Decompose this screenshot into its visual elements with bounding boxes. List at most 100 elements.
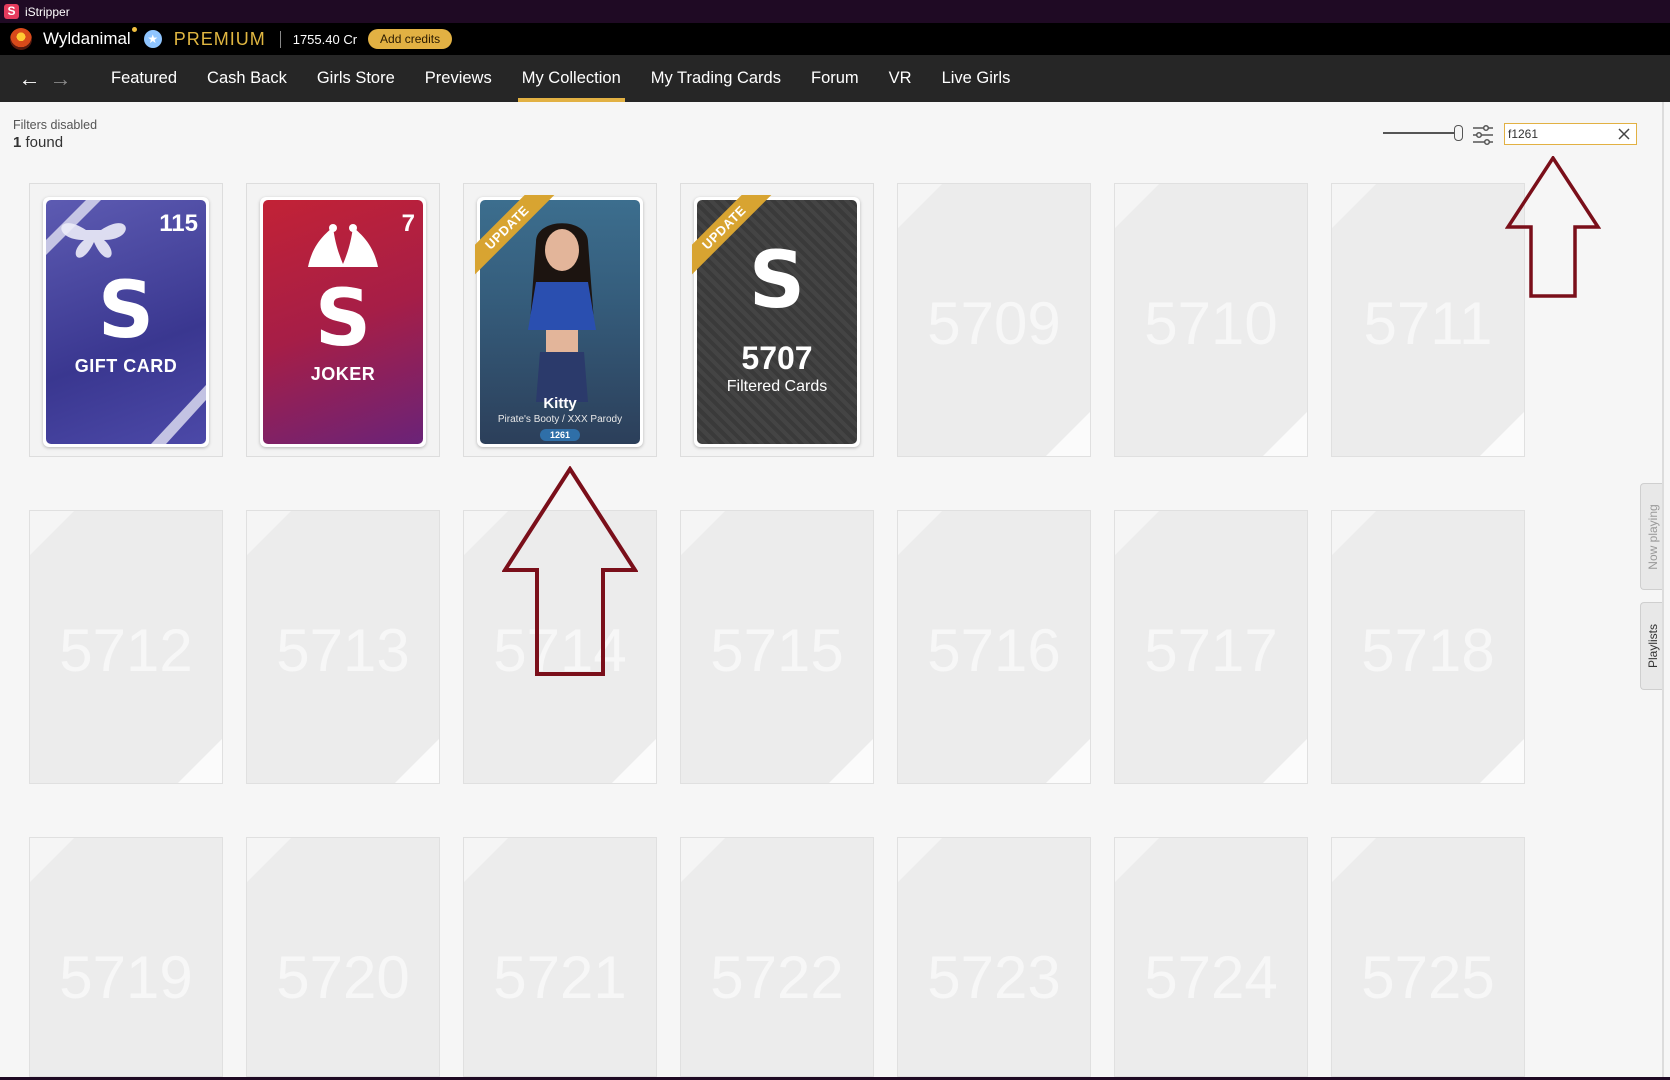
- tab-my-trading-cards[interactable]: My Trading Cards: [636, 55, 796, 102]
- empty-card-slot: 5713: [246, 510, 440, 784]
- empty-card-slot: 5717: [1114, 510, 1308, 784]
- app-logo-icon: S: [4, 4, 19, 19]
- update-ribbon: UPDATE: [692, 195, 774, 277]
- empty-card-slot: 5716: [897, 510, 1091, 784]
- empty-card-slot: 5709: [897, 183, 1091, 457]
- filters-status: Filters disabled: [13, 118, 98, 132]
- joker-card-slot[interactable]: 7 S JOKER: [246, 183, 440, 457]
- divider: [279, 30, 281, 48]
- filtered-cards-card[interactable]: S 5707 Filtered Cards UPDATE: [692, 195, 860, 447]
- username[interactable]: Wyldanimal: [43, 27, 137, 49]
- forward-arrow-icon[interactable]: →: [45, 66, 76, 92]
- empty-card-slot: 5719: [29, 837, 223, 1077]
- found-count: 1 found: [13, 134, 63, 151]
- add-credits-button[interactable]: Add credits: [368, 29, 453, 49]
- empty-card-slot: 5721: [463, 837, 657, 1077]
- slot-number: 5722: [710, 944, 844, 1011]
- now-playing-tab[interactable]: Now playing: [1640, 483, 1664, 590]
- notification-dot-icon: [131, 27, 137, 32]
- avatar[interactable]: [10, 28, 32, 50]
- tab-previews[interactable]: Previews: [410, 55, 507, 102]
- tab-featured[interactable]: Featured: [96, 55, 192, 102]
- update-ribbon-label: UPDATE: [692, 195, 774, 277]
- nav-tabs: Featured Cash Back Girls Store Previews …: [96, 55, 1025, 102]
- playlists-tab[interactable]: Playlists: [1640, 602, 1664, 690]
- slot-number: 5717: [1144, 617, 1278, 684]
- slot-number: 5720: [276, 944, 410, 1011]
- model-name: Kitty: [543, 395, 577, 412]
- search-box: [1504, 123, 1637, 145]
- filtered-cards-slot[interactable]: S 5707 Filtered Cards UPDATE: [680, 183, 874, 457]
- model-card-title: Pirate's Booty / XXX Parody: [497, 414, 623, 425]
- joker-card[interactable]: 7 S JOKER: [260, 197, 426, 447]
- slot-number: 5721: [493, 944, 627, 1011]
- found-suffix: found: [21, 134, 64, 151]
- slot-number: 5716: [927, 617, 1061, 684]
- scrollbar-track[interactable]: [1662, 102, 1664, 1080]
- slot-number: 5724: [1144, 944, 1278, 1011]
- zoom-slider-track: [1383, 132, 1455, 134]
- back-arrow-icon[interactable]: ←: [14, 66, 45, 92]
- tab-girls-store[interactable]: Girls Store: [302, 55, 410, 102]
- playlists-label: Playlists: [1645, 623, 1660, 669]
- tab-forum[interactable]: Forum: [796, 55, 874, 102]
- username-text: Wyldanimal: [43, 29, 131, 48]
- slot-number: 5719: [59, 944, 193, 1011]
- joker-card-count: 7: [401, 210, 415, 237]
- window-titlebar: S iStripper: [0, 0, 1670, 23]
- slot-number: 5711: [1363, 290, 1493, 357]
- model-card-kitty[interactable]: Kitty Pirate's Booty / XXX Parody 1261 U…: [475, 195, 643, 447]
- star-badge-icon: ★: [143, 30, 162, 48]
- empty-card-slot: 5710: [1114, 183, 1308, 457]
- filtered-cards-count: 5707: [741, 340, 813, 376]
- gift-card-face: 115 S GIFT CARD: [46, 200, 206, 444]
- empty-card-slot: 5723: [897, 837, 1091, 1077]
- empty-card-slot: 5711: [1331, 183, 1525, 457]
- slot-number: 5709: [927, 290, 1061, 357]
- slot-number: 5712: [59, 617, 193, 684]
- filter-settings-icon[interactable]: [1472, 124, 1494, 146]
- user-bar: Wyldanimal ★ PREMIUM 1755.40 Cr Add cred…: [0, 23, 1670, 55]
- slot-number: 5710: [1144, 290, 1278, 357]
- slot-number: 5714: [493, 617, 627, 684]
- now-playing-label: Now playing: [1645, 503, 1660, 570]
- slot-number: 5715: [710, 617, 844, 684]
- update-ribbon-label: UPDATE: [475, 195, 557, 277]
- slot-number: 5725: [1361, 944, 1495, 1011]
- jester-hat-icon: [308, 224, 378, 267]
- update-ribbon: UPDATE: [475, 195, 557, 277]
- search-input[interactable]: [1505, 127, 1615, 141]
- joker-card-face: 7 S JOKER: [263, 200, 423, 444]
- slot-number: 5718: [1361, 617, 1495, 684]
- gift-card[interactable]: 115 S GIFT CARD: [43, 197, 209, 447]
- empty-card-slot: 5715: [680, 510, 874, 784]
- tab-cash-back[interactable]: Cash Back: [192, 55, 302, 102]
- slot-number: 5723: [927, 944, 1061, 1011]
- slot-number: 5713: [276, 617, 410, 684]
- model-card-id: 1261: [539, 429, 581, 441]
- empty-card-slot: 5720: [246, 837, 440, 1077]
- empty-card-slot: 5714: [463, 510, 657, 784]
- tab-live-girls[interactable]: Live Girls: [927, 55, 1026, 102]
- window-title: iStripper: [25, 4, 70, 19]
- empty-card-slot: 5718: [1331, 510, 1525, 784]
- gift-card-slot[interactable]: 115 S GIFT CARD: [29, 183, 223, 457]
- zoom-slider[interactable]: [1383, 124, 1463, 142]
- empty-card-slot: 5712: [29, 510, 223, 784]
- clear-search-icon[interactable]: [1615, 125, 1633, 143]
- istripper-s-logo-icon: S: [314, 274, 372, 364]
- filtered-cards-label: Filtered Cards: [726, 378, 828, 395]
- credits-balance: 1755.40 Cr: [292, 31, 358, 47]
- gift-card-count: 115: [159, 210, 198, 237]
- empty-card-slot: 5724: [1114, 837, 1308, 1077]
- empty-card-slot: 5725: [1331, 837, 1525, 1077]
- model-card-slot[interactable]: Kitty Pirate's Booty / XXX Parody 1261 U…: [463, 183, 657, 457]
- gift-card-caption: GIFT CARD: [74, 356, 178, 376]
- empty-card-slot: 5722: [680, 837, 874, 1077]
- istripper-s-logo-icon: S: [97, 266, 155, 356]
- zoom-slider-handle[interactable]: [1454, 125, 1463, 141]
- tab-my-collection[interactable]: My Collection: [507, 55, 636, 102]
- joker-card-caption: JOKER: [310, 364, 376, 384]
- premium-label: PREMIUM: [173, 28, 266, 49]
- tab-vr[interactable]: VR: [874, 55, 927, 102]
